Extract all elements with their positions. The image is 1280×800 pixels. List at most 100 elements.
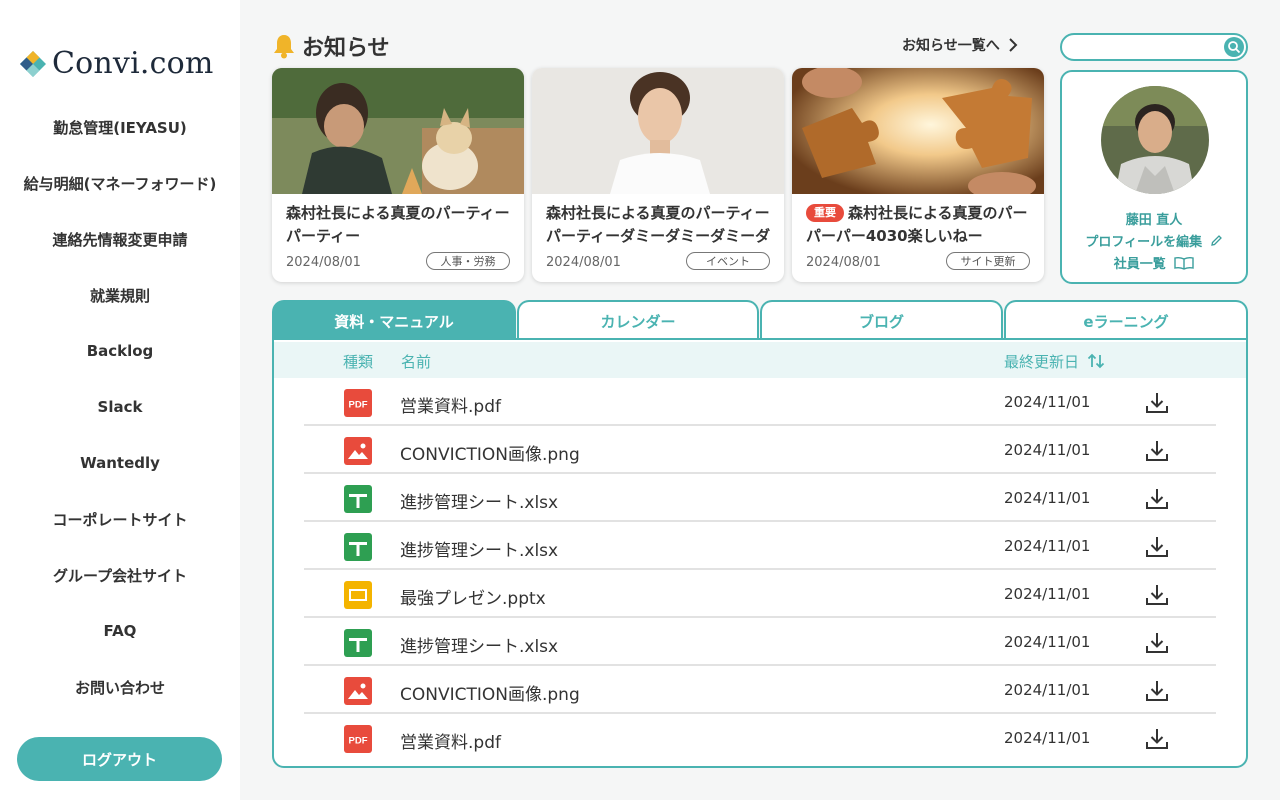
file-date: 2024/11/01 [1004,729,1091,747]
spreadsheet-icon [344,533,372,561]
news-card-date: 2024/08/01 [286,255,361,270]
svg-text:PDF: PDF [349,400,368,411]
column-header-updated[interactable]: 最終更新日 [1004,351,1105,372]
image-icon [344,677,372,705]
tab-elearning[interactable]: eラーニング [1004,300,1248,340]
table-row[interactable]: 進捗管理シート.xlsx 2024/11/01 [304,474,1216,522]
news-card-tag: イベント [686,252,770,270]
news-image-puzzle [792,68,1044,200]
tab-blog[interactable]: ブログ [760,300,1003,340]
sidebar-nav: 勤怠管理(IEYASU) 給与明細(マネーフォワード) 連絡先情報変更申請 就業… [0,99,240,715]
documents-panel: 種類 名前 最終更新日 PDF 営業資料.pdf 2024/11/01 CONV… [272,338,1248,768]
employee-list-link[interactable]: 社員一覧 [1062,253,1246,272]
content-tabs: 資料・マニュアル カレンダー ブログ eラーニング [272,300,1248,340]
news-card[interactable]: 森村社長による真夏のパーティーパーティー 2024/08/01 人事・労務 [272,68,524,282]
sidebar-item-backlog[interactable]: Backlog [0,323,240,379]
download-icon[interactable] [1144,630,1170,656]
file-name: 進捗管理シート.xlsx [400,637,559,657]
table-row[interactable]: CONVICTION画像.png 2024/11/01 [304,426,1216,474]
image-icon [344,437,372,465]
sidebar-item-faq[interactable]: FAQ [0,603,240,659]
download-icon[interactable] [1144,726,1170,752]
download-icon[interactable] [1144,486,1170,512]
sidebar-item-contact-change[interactable]: 連絡先情報変更申請 [0,211,240,267]
table-row[interactable]: 最強プレゼン.pptx 2024/11/01 [304,570,1216,618]
download-icon[interactable] [1144,534,1170,560]
download-icon[interactable] [1144,390,1170,416]
search-icon [1228,41,1241,54]
file-name: CONVICTION画像.png [400,685,580,705]
news-image-man-with-dog [272,68,524,194]
search-input[interactable] [1072,37,1222,57]
table-row[interactable]: 進捗管理シート.xlsx 2024/11/01 [304,618,1216,666]
column-header-updated-label: 最終更新日 [1004,353,1080,371]
file-date: 2024/11/01 [1004,537,1091,555]
sidebar-item-ieyasu[interactable]: 勤怠管理(IEYASU) [0,99,240,155]
file-name: 営業資料.pdf [400,733,501,753]
table-row[interactable]: PDF 営業資料.pdf 2024/11/01 [304,378,1216,426]
news-card-tag: 人事・労務 [426,252,510,270]
download-icon[interactable] [1144,438,1170,464]
news-card-date: 2024/08/01 [806,255,881,270]
news-card-title: 重要 森村社長による真夏のパーパーパー4030楽しいねー [806,202,1034,248]
file-name: 営業資料.pdf [400,397,501,417]
news-more-link[interactable]: お知らせ一覧へ [902,35,1018,55]
employee-list-label: 社員一覧 [1113,257,1166,272]
sidebar-item-group-site[interactable]: グループ会社サイト [0,547,240,603]
logo[interactable]: Convi.com [18,46,214,81]
svg-text:PDF: PDF [349,736,368,747]
file-date: 2024/11/01 [1004,441,1091,459]
column-header-name: 名前 [401,353,432,371]
news-card-title: 森村社長による真夏のパーティーパーティー [286,204,510,245]
spreadsheet-icon [344,629,372,657]
avatar-image [1101,86,1209,194]
news-card[interactable]: 森村社長による真夏のパーティーパーティーダミーダミーダミーダミー 2024/08… [532,68,784,282]
profile-name: 藤田 直人 [1125,213,1183,228]
important-badge: 重要 [806,204,844,222]
pencil-icon [1210,235,1222,246]
column-header-type: 種類 [343,353,374,371]
news-card-date: 2024/08/01 [546,255,621,270]
sidebar: Convi.com 勤怠管理(IEYASU) 給与明細(マネーフォワード) 連絡… [0,0,240,800]
tab-documents[interactable]: 資料・マニュアル [272,300,516,340]
news-more-label: お知らせ一覧へ [902,38,1000,54]
search-box [1060,33,1248,61]
spreadsheet-icon [344,485,372,513]
edit-profile-link[interactable]: プロフィールを編集 [1062,231,1246,250]
sidebar-item-wantedly[interactable]: Wantedly [0,435,240,491]
file-name: 進捗管理シート.xlsx [400,493,559,513]
slides-icon [344,581,372,609]
news-card[interactable]: 重要 森村社長による真夏のパーパーパー4030楽しいねー 2024/08/01 サ… [792,68,1044,282]
table-row[interactable]: CONVICTION画像.png 2024/11/01 [304,666,1216,714]
sort-icon [1087,353,1104,369]
news-card-tag: サイト更新 [946,252,1030,270]
sidebar-item-inquiry[interactable]: お問い合わせ [0,659,240,715]
bell-icon [274,35,294,59]
table-header: 種類 名前 最終更新日 [274,342,1246,378]
pdf-icon: PDF [344,389,372,417]
file-date: 2024/11/01 [1004,585,1091,603]
sidebar-item-work-rules[interactable]: 就業規則 [0,267,240,323]
file-name: 最強プレゼン.pptx [400,589,546,609]
search-button[interactable] [1224,37,1244,57]
table-row[interactable]: PDF 営業資料.pdf 2024/11/01 [304,714,1216,762]
news-header: お知らせ [272,30,390,62]
table-row[interactable]: 進捗管理シート.xlsx 2024/11/01 [304,522,1216,570]
sidebar-item-corporate-site[interactable]: コーポレートサイト [0,491,240,547]
file-date: 2024/11/01 [1004,681,1091,699]
file-date: 2024/11/01 [1004,393,1091,411]
logo-text: Convi.com [52,46,214,81]
tab-calendar[interactable]: カレンダー [517,300,759,340]
file-name: 進捗管理シート.xlsx [400,541,559,561]
logout-button[interactable]: ログアウト [17,737,222,781]
chevron-right-icon [1009,38,1018,52]
sidebar-item-payslip[interactable]: 給与明細(マネーフォワード) [0,155,240,211]
avatar[interactable] [1101,86,1209,194]
book-icon [1174,256,1194,270]
pdf-icon: PDF [344,725,372,753]
download-icon[interactable] [1144,678,1170,704]
logo-icon [20,50,46,77]
download-icon[interactable] [1144,582,1170,608]
sidebar-item-slack[interactable]: Slack [0,379,240,435]
news-title: お知らせ [302,36,390,61]
